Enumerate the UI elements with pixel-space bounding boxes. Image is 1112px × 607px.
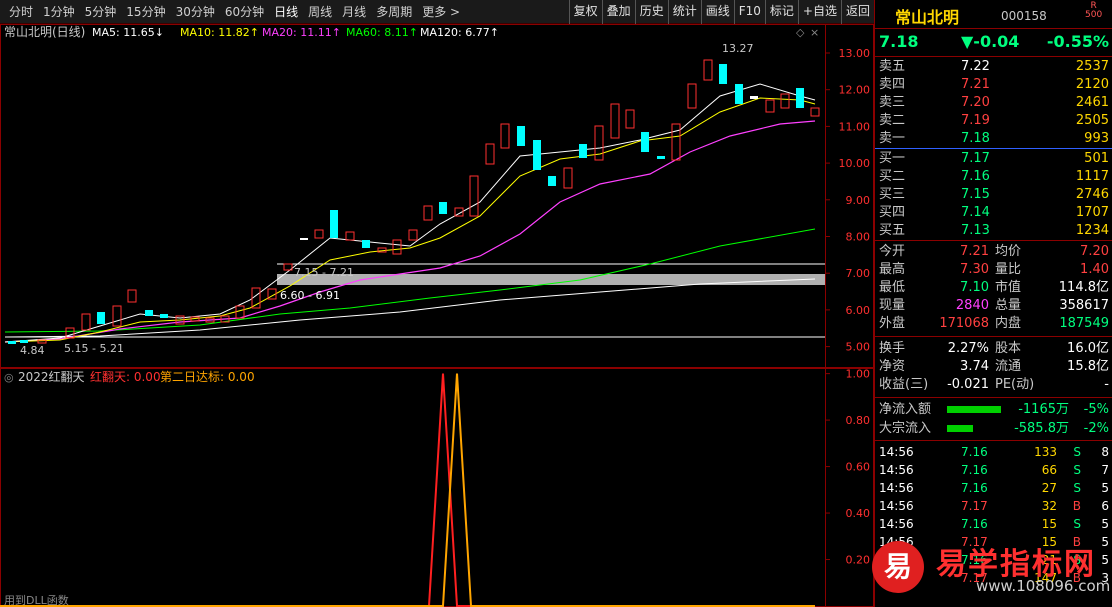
price-axis: 13.00 12.00 11.00 10.00 9.00 8.00 7.00 6.00 5.00 bbox=[825, 47, 870, 354]
quote-panel: 常山北明 000158 R 500 7.18 ▼-0.04 -0.55% 卖五 7.… bbox=[874, 0, 1112, 607]
watermark-logo-icon: 易 bbox=[872, 541, 924, 593]
bids-row-0[interactable]: 买一 7.17 501 bbox=[875, 150, 1112, 168]
price-axis-label: 10.00 bbox=[839, 157, 871, 170]
bids-row-3[interactable]: 买四 7.14 1707 bbox=[875, 204, 1112, 222]
indicator-axis-label: 1.00 bbox=[846, 368, 871, 381]
period-tab-3[interactable]: 15分钟 bbox=[121, 0, 170, 24]
tool-button-8[interactable]: 返回 bbox=[840, 0, 874, 24]
price-axis-label: 7.00 bbox=[846, 267, 871, 280]
indicator-axis: 1.00 0.80 0.60 0.40 0.20 bbox=[825, 368, 870, 567]
period-tab-7[interactable]: 周线 bbox=[303, 0, 337, 24]
tick-row-0: 14:56 7.16 133 S 8 bbox=[879, 445, 1109, 459]
indicator-series-line-1 bbox=[0, 373, 815, 607]
fund-flow-row-1: 大宗流入 -585.8万 -2% bbox=[879, 421, 1109, 436]
tool-button-0[interactable]: 复权 bbox=[568, 0, 602, 24]
zone-upper-annotation: 7.15 - 7.21 bbox=[294, 266, 354, 279]
range-annotation: 5.15 - 5.21 bbox=[64, 342, 124, 355]
tool-button-1[interactable]: 叠加 bbox=[601, 0, 635, 24]
quote-summary: 7.18 ▼-0.04 -0.55% bbox=[875, 32, 1112, 54]
price-change-pct: -0.55% bbox=[1046, 32, 1109, 51]
ma-legend-item-2: MA20: 11.11↑ bbox=[262, 26, 341, 39]
ma-legend-item-4: MA120: 6.77↑ bbox=[420, 26, 499, 39]
indicator-axis-label: 0.60 bbox=[846, 461, 871, 474]
period-tab-4[interactable]: 30分钟 bbox=[171, 0, 220, 24]
bids-row-4[interactable]: 买五 7.13 1234 bbox=[875, 222, 1112, 240]
ma-legend-item-0: MA5: 11.65↓ bbox=[92, 26, 164, 39]
diamond-icon[interactable]: ◇ bbox=[796, 26, 805, 39]
tick-row-1: 14:56 7.16 66 S 7 bbox=[879, 463, 1109, 477]
close-icon[interactable]: × bbox=[810, 26, 819, 39]
price-axis-label: 6.00 bbox=[846, 304, 871, 317]
asks-row-0[interactable]: 卖五 7.22 2537 bbox=[875, 58, 1112, 76]
candlesticks bbox=[8, 59, 820, 344]
indicator-line1-value: 红翻天: 0.00 bbox=[90, 369, 161, 384]
high-annotation: 13.27 bbox=[722, 42, 754, 55]
period-tab-1[interactable]: 1分钟 bbox=[38, 0, 80, 24]
ma10-line bbox=[4, 97, 816, 343]
tool-buttons: 复权 叠加 历史 统计 画线 F10 标记 +自选 返回 bbox=[568, 0, 874, 24]
last-price: 7.18 bbox=[879, 32, 919, 51]
indicator-axis-label: 0.20 bbox=[846, 554, 871, 567]
indicator-toggle-icon[interactable]: ◎ bbox=[4, 371, 14, 384]
rating-badge: R 500 bbox=[1085, 1, 1103, 20]
period-tab-6[interactable]: 日线 bbox=[269, 0, 303, 24]
ma-legend-item-3: MA60: 8.11↑ bbox=[346, 26, 418, 39]
indicator-axis-label: 0.80 bbox=[846, 414, 871, 427]
chart-toolbar: 分时 1分钟 5分钟 15分钟 30分钟 60分钟 日线 周线 月线 多周期 更多 > 复权 叠加 历史… bbox=[0, 0, 874, 24]
indicator-series-line-0 bbox=[0, 373, 815, 607]
tool-button-6[interactable]: 标记 bbox=[764, 0, 798, 24]
indicator-name: 2022红翻天 bbox=[18, 369, 85, 384]
price-axis-label: 9.00 bbox=[846, 194, 871, 207]
asks-row-3[interactable]: 卖二 7.19 2505 bbox=[875, 112, 1112, 130]
bids-row-1[interactable]: 买二 7.16 1117 bbox=[875, 168, 1112, 186]
price-axis-label: 12.00 bbox=[839, 84, 871, 97]
tool-button-7[interactable]: +自选 bbox=[797, 0, 841, 24]
period-tab-2[interactable]: 5分钟 bbox=[80, 0, 122, 24]
ma5-line bbox=[4, 83, 816, 343]
tool-button-4[interactable]: 画线 bbox=[700, 0, 734, 24]
tick-row-3: 14:56 7.17 32 B 6 bbox=[879, 499, 1109, 513]
main-chart-title: 常山北明(日线) bbox=[4, 25, 85, 39]
price-change: ▼-0.04 bbox=[961, 32, 1020, 51]
period-tab-8[interactable]: 月线 bbox=[337, 0, 371, 24]
period-tab-10[interactable]: 更多 > bbox=[417, 0, 465, 24]
indicator-series bbox=[0, 373, 815, 607]
period-tabs: 分时 1分钟 5分钟 15分钟 30分钟 60分钟 日线 周线 月线 多周期 更多 > bbox=[4, 0, 465, 24]
period-tab-5[interactable]: 60分钟 bbox=[220, 0, 269, 24]
price-axis-label: 5.00 bbox=[846, 341, 871, 354]
price-axis-label: 13.00 bbox=[839, 47, 871, 60]
tick-row-4: 14:56 7.16 15 S 5 bbox=[879, 517, 1109, 531]
stock-code: 000158 bbox=[1001, 9, 1047, 23]
ma-legend: MA5: 11.65↓ MA10: 11.82↑ MA20: 11.11↑ MA60:… bbox=[92, 26, 499, 39]
tool-button-5[interactable]: F10 bbox=[733, 0, 765, 24]
ma-legend-item-1: MA10: 11.82↑ bbox=[180, 26, 259, 39]
indicator-line2-value: 第二日达标: 0.00 bbox=[160, 370, 255, 384]
period-tab-0[interactable]: 分时 bbox=[4, 0, 38, 24]
tick-row-2: 14:56 7.16 27 S 5 bbox=[879, 481, 1109, 495]
chart-canvas[interactable]: 常山北明(日线) MA5: 11.65↓ MA10: 11.82↑ MA20: 11… bbox=[0, 24, 874, 607]
low-annotation: 4.84 bbox=[20, 344, 45, 357]
flow-bar bbox=[947, 425, 973, 432]
watermark: 易 易学指标网 www.108096.com bbox=[868, 533, 1111, 605]
watermark-url: www.108096.com bbox=[976, 577, 1111, 595]
price-axis-label: 8.00 bbox=[846, 231, 871, 244]
ma20-line bbox=[4, 120, 816, 343]
asks-row-2[interactable]: 卖三 7.20 2461 bbox=[875, 94, 1112, 112]
flow-bar bbox=[947, 406, 1001, 413]
period-tab-9[interactable]: 多周期 bbox=[371, 0, 417, 24]
zone-lower-annotation: 6.60 - 6.91 bbox=[280, 289, 340, 302]
tool-button-3[interactable]: 统计 bbox=[667, 0, 701, 24]
asks-row-4[interactable]: 卖一 7.18 993 bbox=[875, 130, 1112, 148]
bids-row-2[interactable]: 买三 7.15 2746 bbox=[875, 186, 1112, 204]
asks-row-1[interactable]: 卖四 7.21 2120 bbox=[875, 76, 1112, 94]
fund-flow-row-0: 净流入额 -1165万 -5% bbox=[879, 402, 1109, 417]
indicator-axis-label: 0.40 bbox=[846, 507, 871, 520]
tool-button-2[interactable]: 历史 bbox=[634, 0, 668, 24]
stock-name: 常山北明 bbox=[895, 8, 960, 27]
price-axis-label: 11.00 bbox=[839, 120, 871, 133]
